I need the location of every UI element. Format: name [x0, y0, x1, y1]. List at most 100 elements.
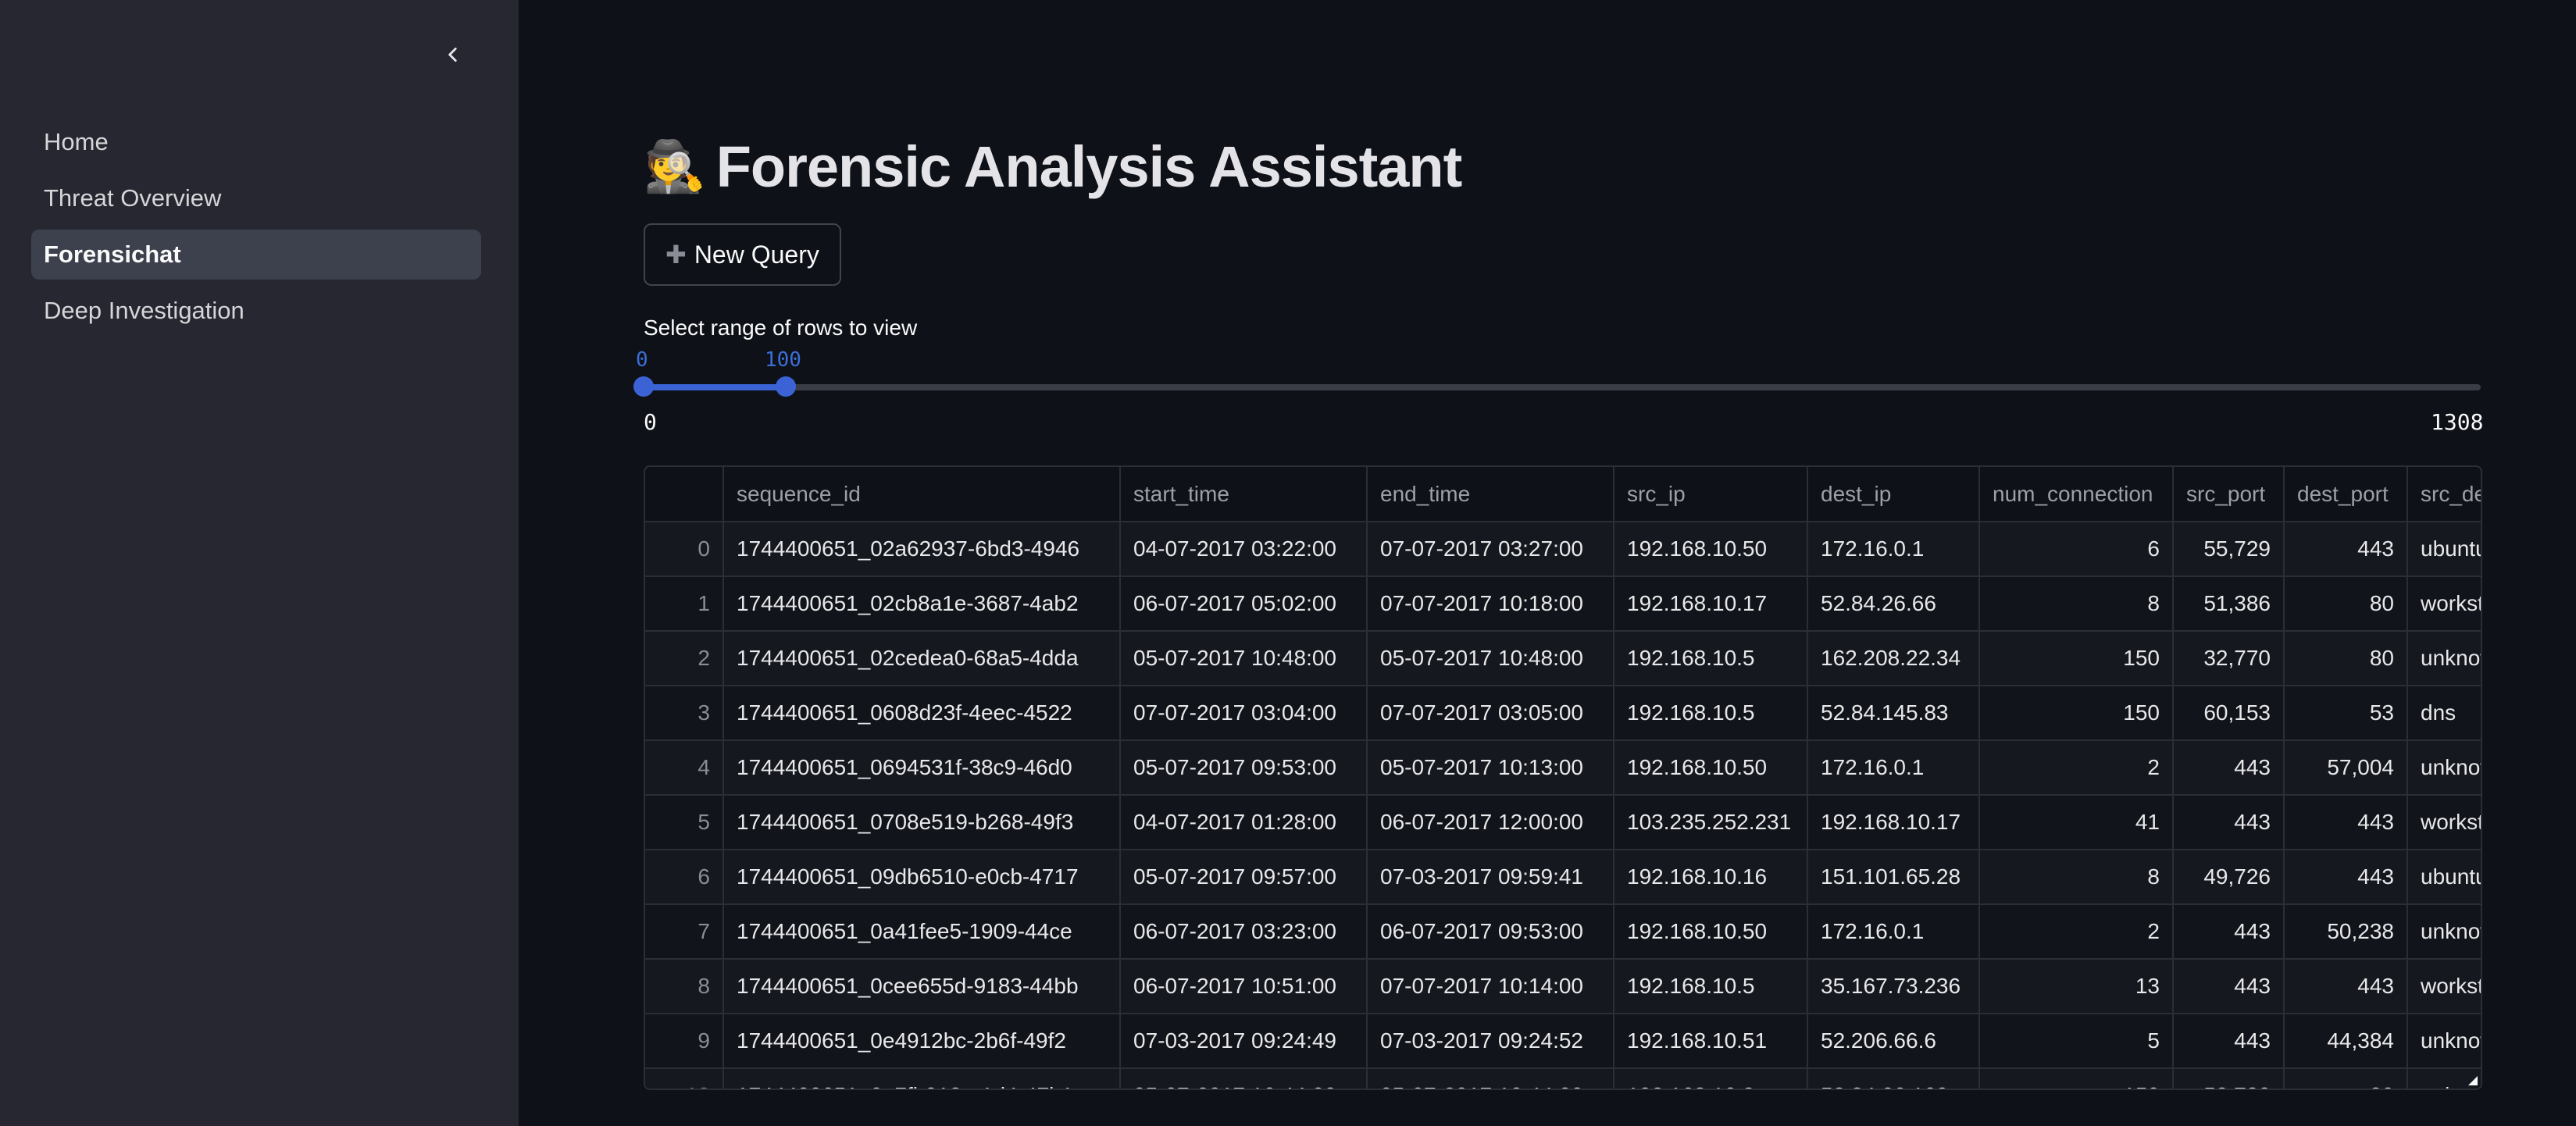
- table-cell[interactable]: 05-07-2017 10:48:00: [1120, 631, 1368, 686]
- table-cell[interactable]: 162.208.22.34: [1807, 631, 1980, 686]
- row-index-cell[interactable]: 0: [645, 522, 724, 577]
- sidebar-item-forensichat[interactable]: Forensichat: [31, 230, 481, 280]
- table-cell[interactable]: 51,386: [2173, 576, 2285, 632]
- row-index-cell[interactable]: 7: [645, 904, 724, 960]
- table-cell[interactable]: 07-07-2017 10:18:00: [1367, 576, 1614, 632]
- table-cell[interactable]: 443: [2173, 959, 2285, 1014]
- table-cell[interactable]: workstation: [2407, 795, 2481, 850]
- table-cell[interactable]: 1744400651_02cb8a1e-3687-4ab2: [723, 576, 1121, 632]
- table-cell[interactable]: 05-07-2017 10:44:00: [1367, 1068, 1614, 1089]
- table-cell[interactable]: 52.84.145.83: [1807, 686, 1980, 741]
- table-cell[interactable]: 2: [1979, 904, 2174, 960]
- table-cell[interactable]: 05-07-2017 10:13:00: [1367, 740, 1614, 796]
- table-cell[interactable]: 07-07-2017 10:14:00: [1367, 959, 1614, 1014]
- table-cell[interactable]: 13: [1979, 959, 2174, 1014]
- table-cell[interactable]: 1744400651_0cee655d-9183-44bb: [723, 959, 1121, 1014]
- column-header-start-time[interactable]: start_time: [1120, 467, 1368, 522]
- table-cell[interactable]: unknown: [2407, 1014, 2481, 1069]
- row-index-cell[interactable]: 1: [645, 576, 724, 632]
- table-cell[interactable]: 32,770: [2173, 631, 2285, 686]
- table-cell[interactable]: 53,780: [2173, 1068, 2285, 1089]
- table-cell[interactable]: 07-07-2017 03:05:00: [1367, 686, 1614, 741]
- table-cell[interactable]: 07-07-2017 03:27:00: [1367, 522, 1614, 577]
- new-query-button[interactable]: ✚ New Query: [644, 223, 841, 286]
- table-cell[interactable]: 103.235.252.231: [1614, 795, 1808, 850]
- row-index-cell[interactable]: 4: [645, 740, 724, 796]
- table-cell[interactable]: 04-07-2017 01:28:00: [1120, 795, 1368, 850]
- table-cell[interactable]: unknown: [2407, 631, 2481, 686]
- table-cell[interactable]: 443: [2284, 522, 2408, 577]
- table-cell[interactable]: 53: [2284, 686, 2408, 741]
- table-row[interactable]: 3 1744400651_0608d23f-4eec-4522 07-07-2017…: [645, 686, 2481, 741]
- table-cell[interactable]: 44,384: [2284, 1014, 2408, 1069]
- table-cell[interactable]: 192.168.10.5: [1614, 686, 1808, 741]
- table-cell[interactable]: 172.16.0.1: [1807, 740, 1980, 796]
- table-cell[interactable]: 150: [1979, 1068, 2174, 1089]
- table-cell[interactable]: 06-07-2017 12:00:00: [1367, 795, 1614, 850]
- table-cell[interactable]: 05-07-2017 09:57:00: [1120, 850, 1368, 905]
- row-index-cell[interactable]: 2: [645, 631, 724, 686]
- table-cell[interactable]: 07-03-2017 09:59:41: [1367, 850, 1614, 905]
- table-cell[interactable]: 192.168.10.50: [1614, 904, 1808, 960]
- slider-track[interactable]: [644, 384, 2481, 390]
- table-cell[interactable]: 41: [1979, 795, 2174, 850]
- table-cell[interactable]: workstation: [2407, 959, 2481, 1014]
- table-cell[interactable]: 1744400651_0708e519-b268-49f3: [723, 795, 1121, 850]
- table-cell[interactable]: 192.168.10.50: [1614, 740, 1808, 796]
- table-row[interactable]: 4 1744400651_0694531f-38c9-46d0 05-07-2017…: [645, 740, 2481, 796]
- table-cell[interactable]: 192.168.10.50: [1614, 522, 1808, 577]
- table-cell[interactable]: 55,729: [2173, 522, 2285, 577]
- table-cell[interactable]: 52.84.26.109: [1807, 1068, 1980, 1089]
- table-cell[interactable]: 172.16.0.1: [1807, 522, 1980, 577]
- table-cell[interactable]: 57,004: [2284, 740, 2408, 796]
- column-header-index[interactable]: [645, 467, 724, 522]
- table-cell[interactable]: 192.168.10.17: [1614, 576, 1808, 632]
- table-cell[interactable]: 443: [2284, 850, 2408, 905]
- table-cell[interactable]: ubuntu: [2407, 850, 2481, 905]
- table-cell[interactable]: 1744400651_02a62937-6bd3-4946: [723, 522, 1121, 577]
- table-cell[interactable]: 80: [2284, 576, 2408, 632]
- column-header-dest-ip[interactable]: dest_ip: [1807, 467, 1980, 522]
- sidebar-item-deep-investigation[interactable]: Deep Investigation: [31, 286, 481, 336]
- table-cell[interactable]: 07-03-2017 09:24:49: [1120, 1014, 1368, 1069]
- table-cell[interactable]: 1744400651_0694531f-38c9-46d0: [723, 740, 1121, 796]
- table-cell[interactable]: 1744400651_0e4912bc-2b6f-49f2: [723, 1014, 1121, 1069]
- table-cell[interactable]: 05-07-2017 10:44:00: [1120, 1068, 1368, 1089]
- table-cell[interactable]: 52.206.66.6: [1807, 1014, 1980, 1069]
- table-cell[interactable]: 05-07-2017 09:53:00: [1120, 740, 1368, 796]
- table-cell[interactable]: 80: [2284, 1068, 2408, 1089]
- column-header-src-ip[interactable]: src_ip: [1614, 467, 1808, 522]
- table-cell[interactable]: 192.168.10.5: [1614, 631, 1808, 686]
- table-row[interactable]: 6 1744400651_09db6510-e0cb-4717 05-07-2017…: [645, 850, 2481, 905]
- table-row[interactable]: 8 1744400651_0cee655d-9183-44bb 06-07-2017…: [645, 959, 2481, 1014]
- collapse-sidebar-button[interactable]: [436, 37, 470, 72]
- table-cell[interactable]: ubuntu: [2407, 522, 2481, 577]
- table-cell[interactable]: unknown: [2407, 904, 2481, 960]
- table-cell[interactable]: 192.168.10.5: [1614, 959, 1808, 1014]
- table-row[interactable]: 9 1744400651_0e4912bc-2b6f-49f2 07-03-2017…: [645, 1014, 2481, 1069]
- column-header-src-port[interactable]: src_port: [2173, 467, 2285, 522]
- table-cell[interactable]: 192.168.10.3: [1614, 1068, 1808, 1089]
- table-cell[interactable]: 172.16.0.1: [1807, 904, 1980, 960]
- table-row[interactable]: 2 1744400651_02cedea0-68a5-4dda 05-07-2017…: [645, 631, 2481, 686]
- table-cell[interactable]: 06-07-2017 05:02:00: [1120, 576, 1368, 632]
- table-cell[interactable]: 52.84.26.66: [1807, 576, 1980, 632]
- table-cell[interactable]: dns: [2407, 686, 2481, 741]
- table-cell[interactable]: 60,153: [2173, 686, 2285, 741]
- table-cell[interactable]: 151.101.65.28: [1807, 850, 1980, 905]
- table-cell[interactable]: 443: [2173, 740, 2285, 796]
- table-row[interactable]: 101744400651_0e7fb913-a1d4-47b105-07-201…: [645, 1068, 2481, 1089]
- table-cell[interactable]: 150: [1979, 686, 2174, 741]
- table-cell[interactable]: 443: [2173, 795, 2285, 850]
- table-cell[interactable]: 06-07-2017 03:23:00: [1120, 904, 1368, 960]
- table-cell[interactable]: 04-07-2017 03:22:00: [1120, 522, 1368, 577]
- table-cell[interactable]: 06-07-2017 10:51:00: [1120, 959, 1368, 1014]
- table-cell[interactable]: 1744400651_0608d23f-4eec-4522: [723, 686, 1121, 741]
- table-cell[interactable]: 8: [1979, 850, 2174, 905]
- table-row[interactable]: 1 1744400651_02cb8a1e-3687-4ab2 06-07-2017…: [645, 576, 2481, 632]
- table-cell[interactable]: 1744400651_02cedea0-68a5-4dda: [723, 631, 1121, 686]
- row-index-cell[interactable]: 8: [645, 959, 724, 1014]
- table-row[interactable]: 0 1744400651_02a62937-6bd3-4946 04-07-2017…: [645, 522, 2481, 577]
- table-row[interactable]: 5 1744400651_0708e519-b268-49f3 04-07-2017…: [645, 795, 2481, 850]
- table-cell[interactable]: 49,726: [2173, 850, 2285, 905]
